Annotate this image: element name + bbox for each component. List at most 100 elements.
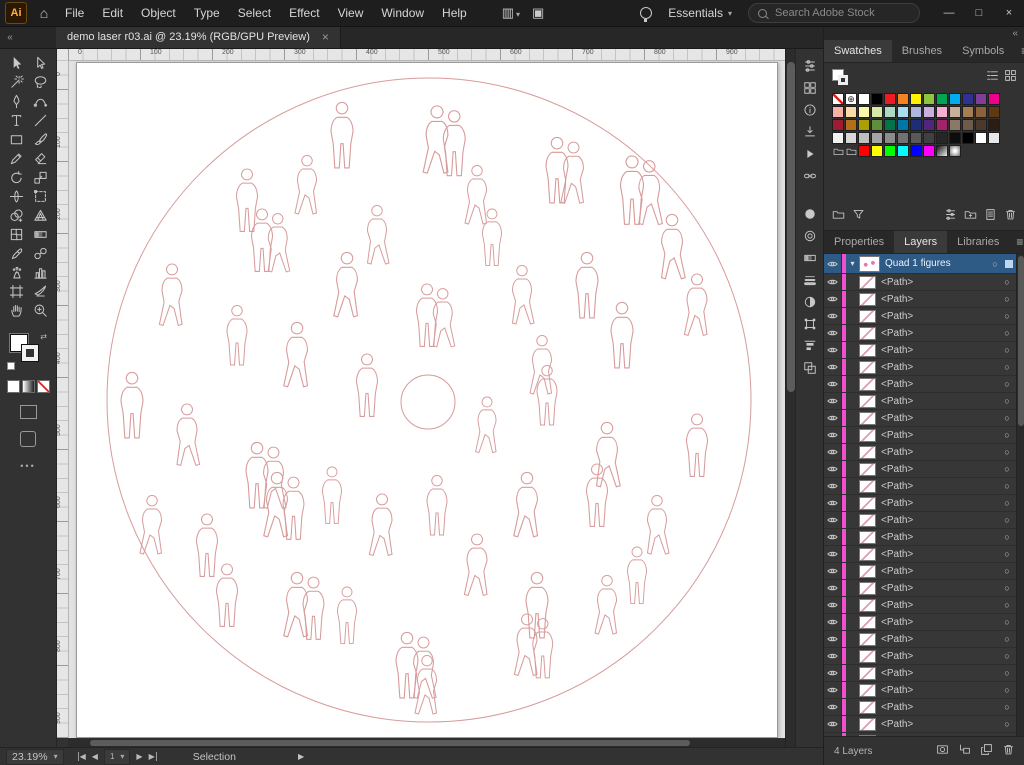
tool-blend[interactable]	[28, 244, 52, 263]
tool-zoom[interactable]	[28, 301, 52, 320]
document-tab[interactable]: demo laser r03.ai @ 23.19% (RGB/GPU Prev…	[56, 26, 341, 48]
visibility-toggle[interactable]	[824, 444, 842, 460]
target-circle[interactable]: ○	[1001, 685, 1013, 695]
swatch[interactable]	[975, 119, 987, 131]
tool-free-transform[interactable]	[28, 187, 52, 206]
path-thumbnail[interactable]	[859, 513, 876, 527]
swatch[interactable]	[936, 132, 948, 144]
swatch[interactable]	[949, 132, 961, 144]
path-thumbnail[interactable]	[859, 547, 876, 561]
layer-thumbnail[interactable]	[859, 255, 880, 272]
previous-artboard-icon[interactable]: ◀	[92, 752, 98, 761]
grid-view-icon[interactable]	[1004, 69, 1017, 85]
visibility-toggle[interactable]	[824, 376, 842, 392]
transform-panel-icon[interactable]	[798, 314, 822, 333]
target-circle[interactable]: ○	[1001, 430, 1013, 440]
path-row[interactable]: <Path> ○	[824, 308, 1024, 325]
tool-width[interactable]	[4, 187, 28, 206]
visibility-toggle[interactable]	[824, 495, 842, 511]
visibility-toggle[interactable]	[824, 631, 842, 647]
tool-paintbrush[interactable]	[28, 130, 52, 149]
tool-line-segment[interactable]	[28, 111, 52, 130]
path-row[interactable]: <Path> ○	[824, 546, 1024, 563]
make-clip-mask-icon[interactable]	[936, 743, 949, 759]
path-thumbnail[interactable]	[859, 564, 876, 578]
path-thumbnail[interactable]	[859, 632, 876, 646]
document-info-panel-icon[interactable]	[798, 100, 822, 119]
path-row[interactable]: <Path> ○	[824, 563, 1024, 580]
visibility-toggle[interactable]	[824, 308, 842, 324]
target-circle[interactable]: ○	[1001, 294, 1013, 304]
path-thumbnail[interactable]	[859, 615, 876, 629]
path-row[interactable]: <Path> ○	[824, 682, 1024, 699]
swatch[interactable]	[897, 145, 909, 157]
swatch[interactable]	[988, 106, 1000, 118]
status-menu-icon[interactable]: ▶	[298, 752, 304, 761]
swatch[interactable]	[949, 119, 961, 131]
visibility-toggle[interactable]	[824, 291, 842, 307]
path-thumbnail[interactable]	[859, 309, 876, 323]
tool-column-graph[interactable]	[28, 263, 52, 282]
target-circle[interactable]: ○	[1001, 311, 1013, 321]
stroke-proxy[interactable]	[838, 75, 848, 85]
swatch-gradient[interactable]	[936, 145, 948, 157]
tool-scale[interactable]	[28, 168, 52, 187]
next-artboard-icon[interactable]: ▶	[136, 752, 142, 761]
path-thumbnail[interactable]	[859, 683, 876, 697]
layer-name[interactable]: Quad 1 figures	[885, 258, 989, 269]
path-row[interactable]: <Path> ○	[824, 614, 1024, 631]
swatch[interactable]	[962, 106, 974, 118]
target-circle[interactable]: ○	[1001, 277, 1013, 287]
tool-mesh[interactable]	[4, 225, 28, 244]
path-thumbnail[interactable]	[859, 666, 876, 680]
target-circle[interactable]: ○	[1001, 702, 1013, 712]
target-circle[interactable]: ○	[1001, 651, 1013, 661]
path-thumbnail[interactable]	[859, 734, 876, 736]
swatch[interactable]	[858, 106, 870, 118]
path-thumbnail[interactable]	[859, 428, 876, 442]
tool-magic-wand[interactable]	[4, 73, 28, 92]
stroke-panel-icon[interactable]	[798, 270, 822, 289]
tool-rectangle[interactable]	[4, 130, 28, 149]
tool-eyedropper[interactable]	[4, 244, 28, 263]
new-swatch-icon[interactable]	[984, 208, 997, 224]
swatch[interactable]	[923, 132, 935, 144]
menu-window[interactable]: Window	[372, 0, 433, 26]
target-circle[interactable]: ○	[1001, 328, 1013, 338]
path-thumbnail[interactable]	[859, 598, 876, 612]
target-circle[interactable]: ○	[1001, 413, 1013, 423]
color-guide-panel-icon[interactable]	[798, 226, 822, 245]
path-thumbnail[interactable]	[859, 377, 876, 391]
tool-lasso[interactable]	[28, 73, 52, 92]
target-circle[interactable]: ○	[1001, 617, 1013, 627]
tool-type[interactable]	[4, 111, 28, 130]
swatch[interactable]	[962, 132, 974, 144]
target-circle[interactable]: ○	[1001, 634, 1013, 644]
horizontal-scrollbar[interactable]	[68, 739, 785, 747]
path-row[interactable]: <Path> ○	[824, 495, 1024, 512]
fill-stroke-control[interactable]: ⇄	[7, 332, 47, 370]
gradient-button[interactable]	[21, 380, 35, 393]
tab-layers[interactable]: Layers	[894, 231, 948, 253]
first-artboard-icon[interactable]: ◀	[77, 752, 86, 761]
swatch[interactable]	[923, 119, 935, 131]
swatch[interactable]	[871, 93, 883, 105]
swatch[interactable]	[858, 119, 870, 131]
menu-edit[interactable]: Edit	[93, 0, 132, 26]
delete-swatch-icon[interactable]	[1004, 208, 1017, 224]
swap-fill-stroke-icon[interactable]: ⇄	[40, 332, 47, 341]
tab-swatches[interactable]: Swatches	[824, 40, 892, 62]
visibility-toggle[interactable]	[824, 597, 842, 613]
swatch[interactable]	[884, 93, 896, 105]
menu-file[interactable]: File	[56, 0, 93, 26]
swatch[interactable]	[858, 145, 870, 157]
visibility-toggle[interactable]	[824, 342, 842, 358]
swatch[interactable]	[988, 119, 1000, 131]
tab-libraries[interactable]: Libraries	[947, 231, 1009, 253]
edit-toolbar-button[interactable]: •••	[0, 461, 56, 471]
target-circle[interactable]: ○	[989, 259, 1001, 269]
path-row[interactable]: <Path> ○	[824, 631, 1024, 648]
swatch[interactable]	[975, 132, 987, 144]
tab-brushes[interactable]: Brushes	[892, 40, 952, 62]
visibility-toggle[interactable]	[824, 427, 842, 443]
